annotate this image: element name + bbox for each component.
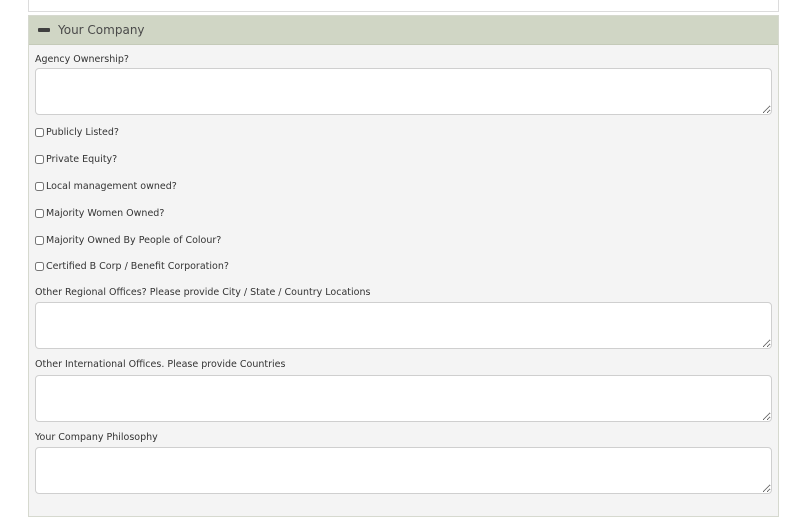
panel-title: Your Company [58, 23, 145, 37]
checkbox-row-people-of-colour[interactable]: Majority Owned By People of Colour? [35, 233, 221, 247]
previous-panel-bottom [28, 0, 779, 12]
your-company-panel: Your Company Agency Ownership? Publicly … [28, 15, 779, 517]
people-of-colour-checkbox[interactable] [35, 235, 44, 245]
people-of-colour-label[interactable]: Majority Owned By People of Colour? [46, 235, 221, 246]
agency-ownership-label: Agency Ownership? [35, 54, 129, 65]
women-owned-checkbox[interactable] [35, 208, 44, 218]
publicly-listed-label[interactable]: Publicly Listed? [46, 127, 119, 138]
women-owned-label[interactable]: Majority Women Owned? [46, 208, 164, 219]
company-philosophy-label: Your Company Philosophy [35, 432, 158, 443]
collapse-minus-icon[interactable] [38, 28, 50, 32]
checkbox-row-private-equity[interactable]: Private Equity? [35, 152, 117, 166]
company-philosophy-textarea[interactable] [35, 447, 772, 494]
international-offices-textarea[interactable] [35, 375, 772, 422]
regional-offices-label: Other Regional Offices? Please provide C… [35, 287, 371, 298]
checkbox-row-local-management[interactable]: Local management owned? [35, 179, 177, 193]
agency-ownership-textarea[interactable] [35, 68, 772, 115]
local-management-label[interactable]: Local management owned? [46, 181, 177, 192]
regional-offices-textarea[interactable] [35, 302, 772, 349]
checkbox-row-publicly-listed[interactable]: Publicly Listed? [35, 125, 119, 139]
your-company-panel-header[interactable]: Your Company [29, 16, 778, 45]
local-management-checkbox[interactable] [35, 181, 44, 191]
private-equity-label[interactable]: Private Equity? [46, 154, 117, 165]
publicly-listed-checkbox[interactable] [35, 127, 44, 137]
b-corp-checkbox[interactable] [35, 261, 44, 271]
international-offices-label: Other International Offices. Please prov… [35, 359, 286, 370]
b-corp-label[interactable]: Certified B Corp / Benefit Corporation? [46, 261, 229, 272]
checkbox-row-women-owned[interactable]: Majority Women Owned? [35, 206, 164, 220]
private-equity-checkbox[interactable] [35, 154, 44, 164]
checkbox-row-b-corp[interactable]: Certified B Corp / Benefit Corporation? [35, 259, 229, 273]
